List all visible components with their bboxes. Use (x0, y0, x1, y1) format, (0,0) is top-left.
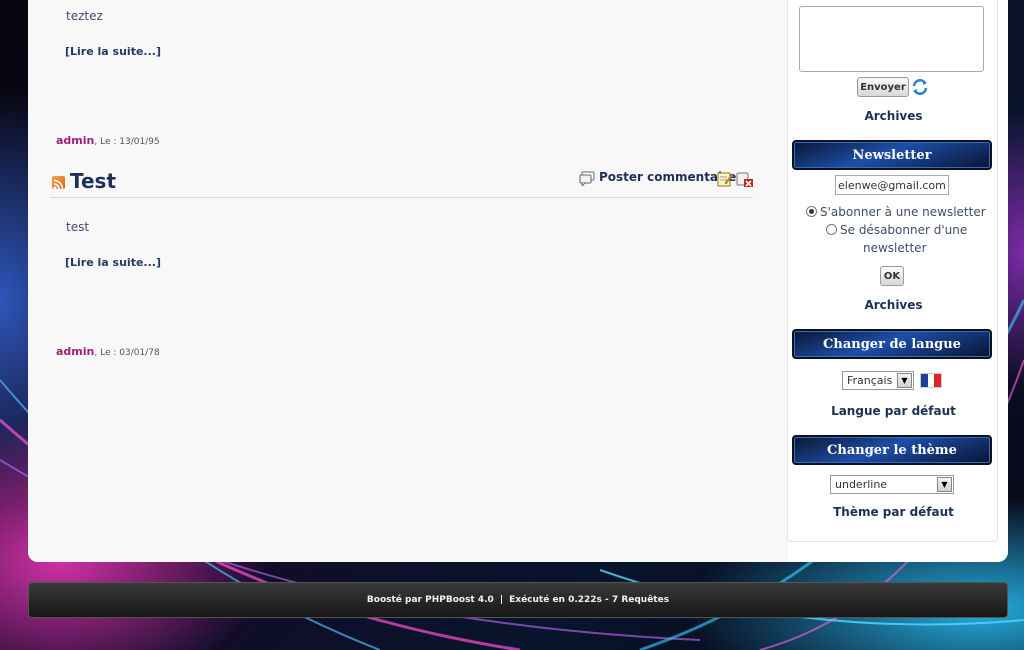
default-language-link[interactable]: Langue par défaut (788, 404, 999, 418)
unsubscribe-option[interactable]: Se désabonner d'une (826, 223, 967, 237)
post-header: Test Poster commentaire (50, 168, 753, 198)
content-area: teztez [Lire la suite...] admin, Le : 13… (28, 0, 788, 562)
theme-select[interactable]: underline ▼ (830, 475, 954, 494)
send-button[interactable]: Envoyer (857, 77, 909, 97)
unsubscribe-radio[interactable] (826, 224, 837, 235)
default-theme-link[interactable]: Thème par défaut (788, 505, 999, 519)
newsletter-archives-link[interactable]: Archives (788, 298, 999, 312)
post-body: test (66, 220, 90, 234)
subscribe-option[interactable]: S'abonner à une newsletter (806, 205, 986, 219)
newsletter-ok-button[interactable]: OK (880, 266, 904, 286)
shoutbox-archives-link[interactable]: Archives (788, 109, 999, 123)
author-link[interactable]: admin (56, 345, 94, 358)
refresh-icon[interactable] (911, 78, 929, 96)
subscribe-radio[interactable] (806, 206, 817, 217)
post-body: teztez (66, 9, 103, 23)
language-title: Changer de langue (792, 329, 992, 359)
unsubscribe-label: Se désabonner d'une (840, 223, 968, 237)
newsletter-title: Newsletter (792, 140, 992, 170)
theme-selected: underline (835, 478, 888, 491)
language-select[interactable]: Français ▼ (842, 371, 914, 390)
main-container: teztez [Lire la suite...] admin, Le : 13… (28, 0, 1008, 562)
theme-title: Changer le thème (792, 435, 992, 465)
footer: Boosté par PHPBoost 4.0 | Exécuté en 0.2… (28, 582, 1008, 618)
post-meta: admin, Le : 13/01/95 (56, 134, 160, 147)
subscribe-label: S'abonner à une newsletter (820, 205, 986, 219)
post-comment-link[interactable]: Poster commentaire (599, 170, 736, 184)
unsubscribe-label-cont: newsletter (863, 241, 927, 255)
french-flag-icon (920, 373, 942, 388)
delete-icon[interactable] (736, 171, 754, 188)
read-more-link[interactable]: [Lire la suite...] (65, 45, 161, 58)
rss-icon[interactable] (52, 176, 65, 190)
author-link[interactable]: admin (56, 134, 94, 147)
sidebar: Envoyer Archives Newsletter S'abonner à … (787, 0, 998, 542)
shoutbox-textarea[interactable] (799, 6, 984, 72)
read-more-link[interactable]: [Lire la suite...] (65, 256, 161, 269)
execution-stats: Exécuté en 0.222s - 7 Requêtes (509, 595, 670, 605)
post-title[interactable]: Test (70, 169, 116, 193)
footer-separator: | (499, 595, 504, 605)
powered-by[interactable]: Boosté par PHPBoost 4.0 (367, 595, 494, 605)
newsletter-email-field[interactable] (835, 175, 949, 195)
edit-icon[interactable] (717, 171, 733, 187)
chevron-down-icon[interactable]: ▼ (897, 373, 912, 388)
language-selected: Français (847, 374, 893, 387)
comment-icon[interactable] (579, 171, 595, 186)
post-meta: admin, Le : 03/01/78 (56, 345, 160, 358)
post-date: , Le : 03/01/78 (94, 348, 160, 358)
post-date: , Le : 13/01/95 (94, 137, 160, 147)
chevron-down-icon[interactable]: ▼ (937, 477, 952, 492)
